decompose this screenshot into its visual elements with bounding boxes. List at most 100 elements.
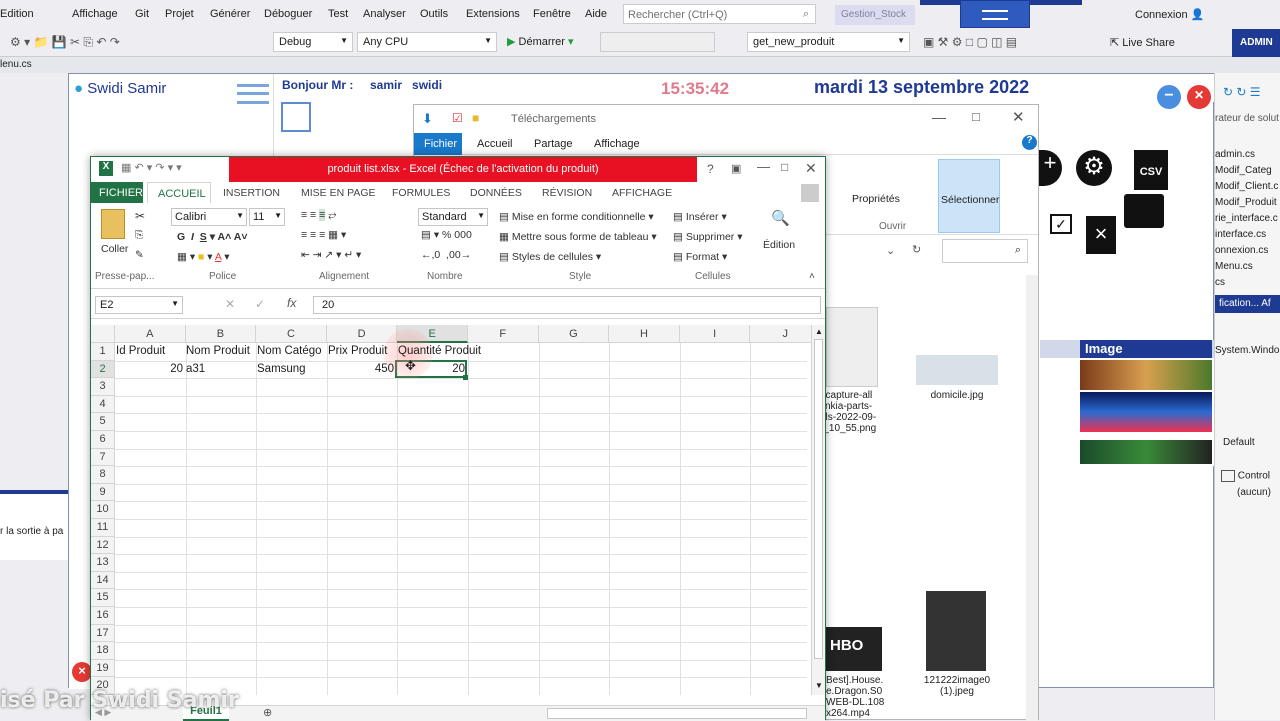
hamburger-icon[interactable] — [237, 84, 269, 104]
format-button[interactable]: ▤ Format ▾ — [673, 251, 727, 263]
quick-access-icons[interactable]: ▦ ↶ ▾ ↷ ▾ ▾ — [121, 161, 182, 174]
menu-affichage[interactable]: Affichage — [72, 8, 118, 20]
vertical-scrollbar[interactable]: ▲ ▼ — [811, 325, 825, 695]
column-header-a[interactable]: A — [115, 325, 186, 343]
enter-icon[interactable]: ✓ — [255, 297, 265, 311]
cell-styles-button[interactable]: ▤ Styles de cellules ▾ — [499, 251, 601, 263]
menu-edition[interactable]: Edition — [0, 8, 34, 20]
fill-handle[interactable] — [463, 375, 468, 380]
file-item[interactable]: interface.cs — [1215, 229, 1266, 240]
row-header-16[interactable]: 16 — [91, 607, 115, 625]
font-name-dropdown[interactable]: Calibri ▼ — [171, 208, 247, 226]
alignment-icons[interactable]: ≡ ≡ ≡ ⥂ — [301, 209, 337, 222]
cell-a1[interactable]: Id Produit — [116, 345, 165, 357]
cut-icon[interactable]: ✂ — [135, 209, 145, 223]
file-name[interactable]: ncapture-all vnkia-parts- als-2022-09- )… — [820, 390, 890, 434]
file-item[interactable]: Modif_Client.c — [1215, 181, 1278, 192]
tab-affichage[interactable]: Affichage — [594, 138, 640, 150]
font-format-icons[interactable]: G I S ▾ A˄ A˅ — [177, 231, 247, 243]
settings-icon[interactable]: ⚙ — [1076, 150, 1112, 186]
row-header-18[interactable]: 18 — [91, 642, 115, 660]
row-header-17[interactable]: 17 — [91, 624, 115, 643]
config-dropdown[interactable]: Debug ▼ — [273, 32, 353, 52]
menu-deboguer[interactable]: Déboguer — [264, 8, 312, 20]
toolbar-icons-right[interactable]: ▣ ⚒ ⚙ □ ▢ ◫ ▤ — [923, 35, 1017, 49]
row-header-8[interactable]: 8 — [91, 466, 115, 484]
file-item[interactable]: admin.cs — [1215, 149, 1255, 160]
tab-fichier[interactable]: Fichier — [414, 133, 462, 155]
file-item[interactable]: Menu.cs — [1215, 261, 1253, 272]
binoculars-icon[interactable]: 🔍 — [771, 209, 790, 227]
toolbar-icons[interactable]: ⚙ ▾ 📁 💾 ✂ ⎘ ↶ ↷ — [10, 35, 120, 50]
tab-accueil[interactable]: Accueil — [477, 138, 512, 150]
row-header-11[interactable]: 11 — [91, 519, 115, 537]
properties-button[interactable]: Propriétés — [852, 193, 900, 205]
file-item[interactable]: Modif_Categ — [1215, 165, 1272, 176]
tab-partage[interactable]: Partage — [534, 138, 573, 150]
row-header-19[interactable]: 19 — [91, 659, 115, 678]
target-dropdown[interactable] — [600, 32, 715, 52]
column-header-b[interactable]: B — [185, 325, 257, 343]
help-icon[interactable]: ? — [707, 162, 714, 176]
tab-mise-en-page[interactable]: MISE EN PAGE — [301, 187, 376, 199]
alignment-icons[interactable]: ≡ ≡ ≡ ▦ ▾ — [301, 229, 346, 241]
number-icons[interactable]: ▤ ▾ % 000 — [421, 229, 472, 241]
properties-control[interactable]: Control — [1221, 470, 1270, 482]
file-item[interactable]: onnexion.cs — [1215, 245, 1268, 256]
formula-input[interactable]: 20 — [313, 296, 821, 314]
maximize-icon[interactable]: □ — [781, 160, 788, 174]
cell-c1[interactable]: Nom Catégo — [257, 345, 322, 357]
explorer-scrollbar[interactable] — [1026, 275, 1038, 721]
number-format-dropdown[interactable]: Standard ▼ — [418, 208, 488, 226]
insert-button[interactable]: ▤ Insérer ▾ — [673, 211, 727, 223]
collapse-ribbon-icon[interactable]: ˄ — [809, 271, 815, 282]
menu-outils[interactable]: Outils — [420, 8, 448, 20]
font-size-dropdown[interactable]: 11 ▼ — [249, 208, 285, 226]
file-thumbnail[interactable]: HBO — [826, 627, 882, 671]
table-format-button[interactable]: ▦ Mettre sous forme de tableau ▾ — [499, 231, 657, 243]
menu-git[interactable]: Git — [135, 8, 149, 20]
live-share-button[interactable]: ⇱ Live Share — [1110, 36, 1175, 49]
column-header-g[interactable]: G — [538, 325, 610, 343]
cancel-icon[interactable]: ✕ — [225, 297, 235, 311]
properties-tab[interactable]: fication... Af — [1215, 295, 1280, 313]
tab-insertion[interactable]: INSERTION — [223, 187, 280, 199]
row-header-5[interactable]: 5 — [91, 413, 115, 431]
file-name[interactable]: domicile.jpg — [914, 390, 1000, 401]
conditional-format-button[interactable]: ▤ Mise en forme conditionnelle ▾ — [499, 211, 654, 223]
row-header-1[interactable]: 1 — [91, 343, 115, 361]
row-header-7[interactable]: 7 — [91, 448, 115, 467]
file-item[interactable]: rie_interface.c — [1215, 213, 1278, 224]
menu-aide[interactable]: Aide — [585, 8, 607, 20]
row-header-14[interactable]: 14 — [91, 571, 115, 590]
border-fill-icons[interactable]: ▦ ▾ ■ ▾ A ▾ — [177, 251, 230, 263]
delete-button[interactable]: ▤ Supprimer ▾ — [673, 231, 742, 243]
add-icon[interactable]: + — [1038, 150, 1062, 186]
indent-icons[interactable]: ⇤ ⇥ ↗ ▾ ↵ ▾ — [301, 249, 361, 261]
explorer-search-input[interactable]: ⌕ — [942, 239, 1028, 263]
file-thumbnail[interactable] — [826, 307, 878, 387]
cell-d1[interactable]: Prix Produit — [328, 345, 387, 357]
cell-a2[interactable]: 20 — [116, 363, 183, 375]
format-painter-icon[interactable]: ✎ — [135, 249, 144, 261]
start-button[interactable]: ▶ Démarrer ▾ — [507, 35, 574, 48]
menu-analyser[interactable]: Analyser — [363, 8, 406, 20]
method-dropdown[interactable]: get_new_produit ▼ — [747, 32, 910, 52]
menu-projet[interactable]: Projet — [165, 8, 194, 20]
account-link[interactable]: Connexion 👤 — [1135, 8, 1204, 21]
cell-e1[interactable]: Quantité Produit — [398, 345, 481, 357]
csv-icon[interactable]: CSV — [1134, 150, 1168, 190]
home-icon[interactable] — [281, 102, 311, 132]
tab-accueil[interactable]: ACCUEIL — [147, 182, 211, 203]
cell-c2[interactable]: Samsung — [257, 363, 306, 375]
doc-tab[interactable]: lenu.cs — [0, 59, 32, 70]
column-header-i[interactable]: I — [679, 325, 751, 343]
scroll-down-icon[interactable]: ▼ — [815, 681, 823, 690]
file-item[interactable]: Modif_Produit — [1215, 197, 1277, 208]
close-icon[interactable]: ✕ — [805, 160, 817, 177]
row-header-15[interactable]: 15 — [91, 589, 115, 607]
close-button[interactable]: × — [1187, 85, 1211, 109]
cell-d2[interactable]: 450 — [328, 363, 394, 375]
row-header-12[interactable]: 12 — [91, 536, 115, 555]
menu-fenetre[interactable]: Fenêtre — [533, 8, 571, 20]
